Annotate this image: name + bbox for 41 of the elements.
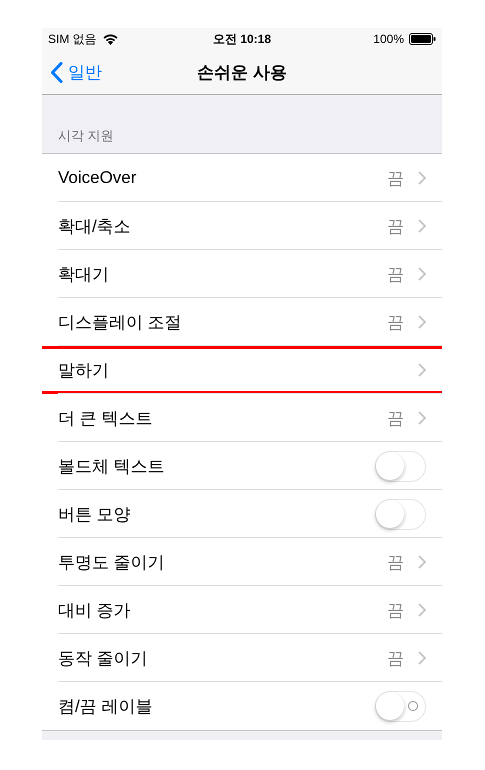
settings-row[interactable]: 동작 줄이기 끔 bbox=[42, 634, 442, 682]
chevron-right-icon bbox=[418, 219, 426, 233]
section-header: 시각 지원 bbox=[58, 127, 114, 145]
settings-row[interactable]: 더 큰 텍스트 끔 bbox=[42, 394, 442, 442]
page-title: 손쉬운 사용 bbox=[197, 62, 287, 84]
wifi-icon bbox=[102, 33, 119, 45]
row-value: 끔 bbox=[387, 648, 404, 670]
row-value: 끔 bbox=[387, 312, 404, 334]
settings-row[interactable]: 투명도 줄이기 끔 bbox=[42, 538, 442, 586]
battery-icon bbox=[409, 33, 436, 45]
chevron-right-icon bbox=[418, 363, 426, 377]
settings-row[interactable]: 볼드체 텍스트 bbox=[42, 442, 442, 490]
row-value: 끔 bbox=[387, 600, 404, 622]
row-value: 끔 bbox=[387, 264, 404, 286]
chevron-right-icon bbox=[418, 411, 426, 425]
chevron-right-icon bbox=[418, 171, 426, 185]
settings-row[interactable]: 버튼 모양 bbox=[42, 490, 442, 538]
toggle-switch[interactable] bbox=[375, 690, 426, 722]
back-button[interactable]: 일반 bbox=[42, 60, 102, 84]
row-value: 끔 bbox=[387, 408, 404, 430]
toggle-switch[interactable] bbox=[375, 450, 426, 482]
row-value: 끔 bbox=[387, 168, 404, 190]
toggle-switch[interactable] bbox=[375, 498, 426, 530]
chevron-right-icon bbox=[418, 315, 426, 329]
settings-row[interactable]: 말하기 bbox=[42, 346, 442, 394]
battery-percent: 100% bbox=[373, 32, 404, 46]
chevron-right-icon bbox=[418, 555, 426, 569]
settings-row[interactable]: 켬/끔 레이블 bbox=[42, 682, 442, 730]
settings-row[interactable]: 확대/축소 끔 bbox=[42, 202, 442, 250]
settings-row[interactable]: 대비 증가 끔 bbox=[42, 586, 442, 634]
chevron-left-icon bbox=[50, 62, 63, 82]
carrier-text: SIM 없음 bbox=[48, 30, 97, 48]
settings-row[interactable]: 디스플레이 조절 끔 bbox=[42, 298, 442, 346]
row-value: 끔 bbox=[387, 216, 404, 238]
settings-row[interactable]: 확대기 끔 bbox=[42, 250, 442, 298]
chevron-right-icon bbox=[418, 651, 426, 665]
chevron-right-icon bbox=[418, 267, 426, 281]
row-value: 끔 bbox=[387, 552, 404, 574]
settings-row[interactable]: VoiceOver 끔 bbox=[42, 154, 442, 202]
chevron-right-icon bbox=[418, 603, 426, 617]
clock-text: 오전 10:18 bbox=[212, 30, 272, 48]
